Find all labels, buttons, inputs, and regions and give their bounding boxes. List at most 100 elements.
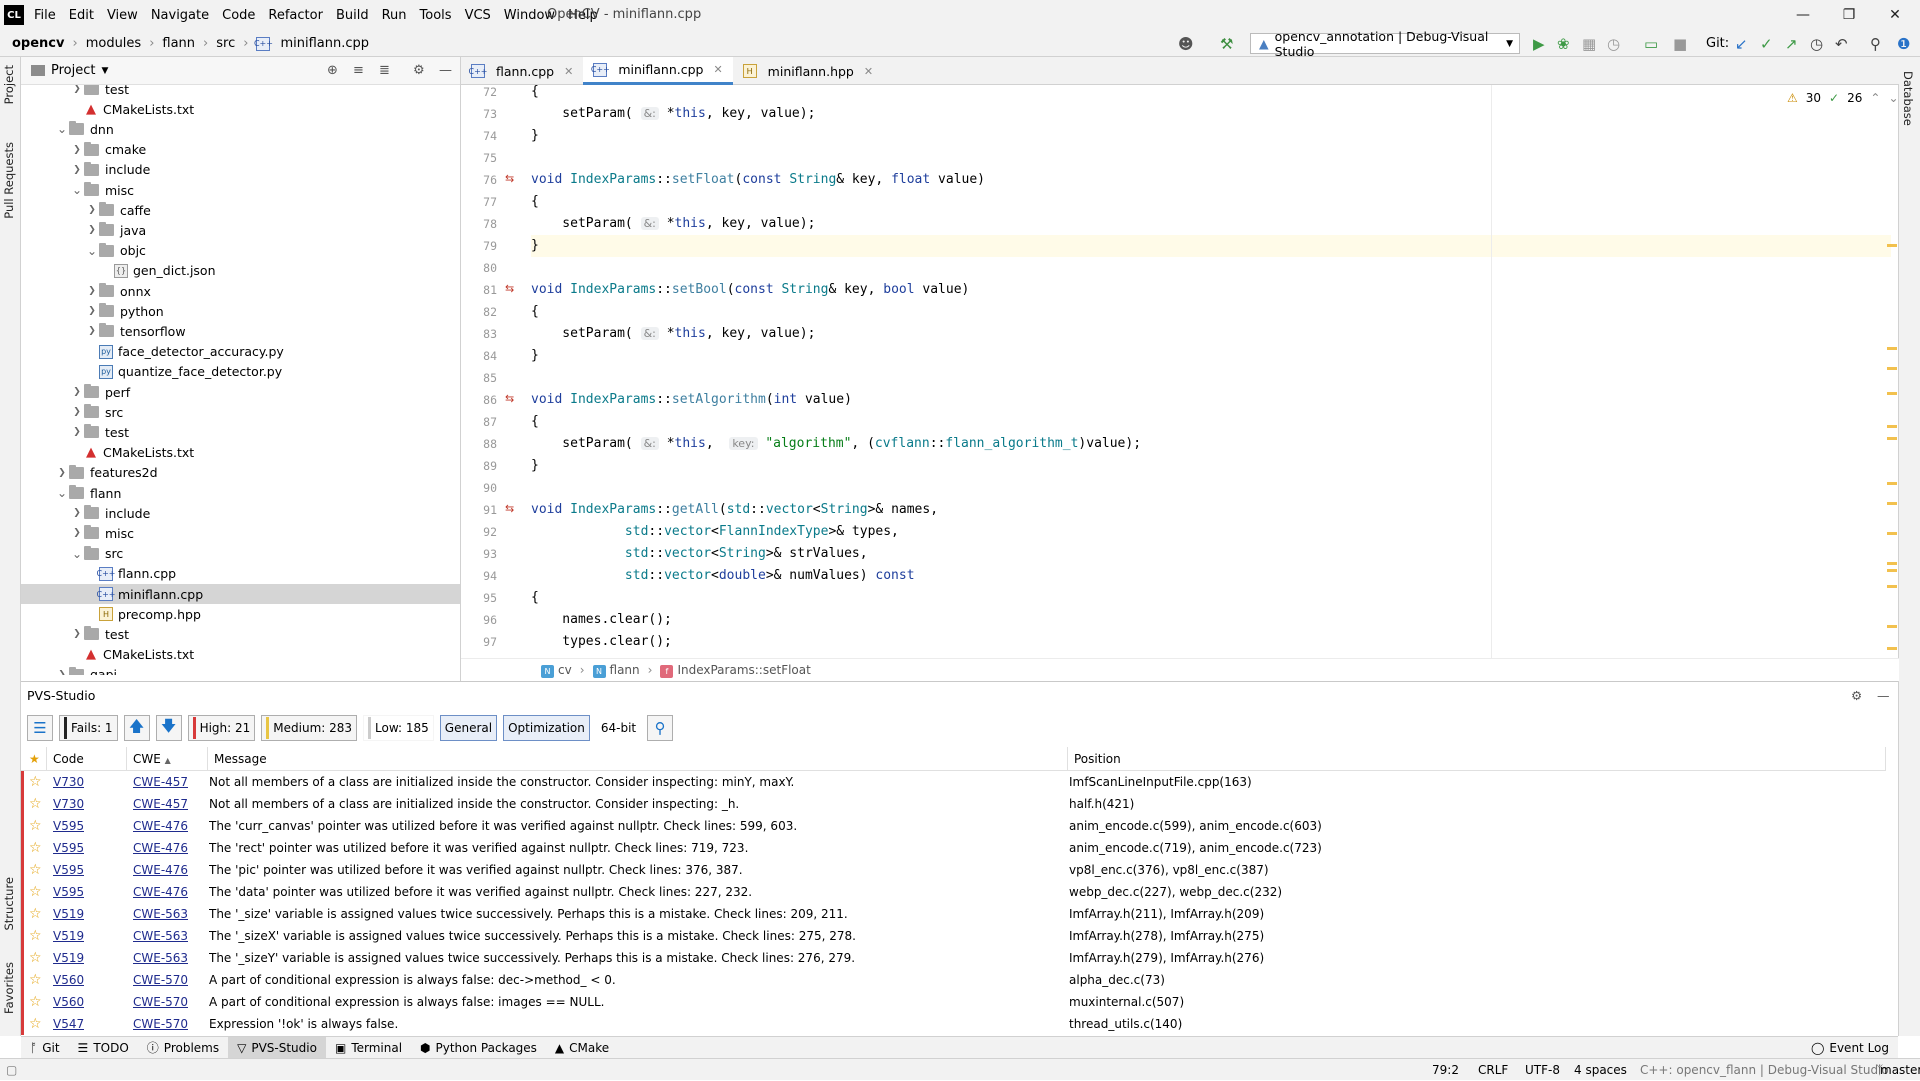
tab-favorites[interactable]: Favorites (2, 962, 16, 1014)
warning-stripe-mark[interactable] (1887, 367, 1897, 370)
favorite-star-icon[interactable]: ☆ (29, 859, 42, 881)
cwe-link[interactable]: CWE-476 (133, 859, 188, 881)
cwe-link[interactable]: CWE-563 (133, 947, 188, 969)
line-separator[interactable]: CRLF (1478, 1059, 1508, 1081)
menu-file[interactable]: File (34, 8, 56, 23)
menu-tools[interactable]: Tools (420, 8, 452, 23)
tool-tab-python-packages[interactable]: ⬢ Python Packages (411, 1037, 546, 1059)
column-message[interactable]: Message (208, 747, 1068, 771)
tree-item[interactable]: ❯ tensorflow (21, 321, 460, 341)
table-row[interactable]: ☆ V547 CWE-570 Expression '!ok' is always f… (21, 1013, 1886, 1035)
run-configuration-select[interactable]: ▲ opencv_annotation | Debug-Visual Studi… (1250, 29, 1520, 59)
diagnostic-position[interactable]: muxinternal.c(507) (1069, 991, 1184, 1013)
favorite-star-icon[interactable]: ☆ (29, 947, 42, 969)
resolve-context[interactable]: C++: opencv_flann | Debug-Visual Studio (1640, 1059, 1889, 1081)
caret-position[interactable]: 79:2 (1432, 1059, 1459, 1081)
previous-arrow-icon[interactable]: 🡅 (123, 715, 150, 741)
rollback-icon[interactable]: ↶ (1835, 30, 1848, 57)
tool-tab-todo[interactable]: ☰ TODO (69, 1037, 138, 1059)
diagnostic-position[interactable]: ImfScanLineInputFile.cpp(163) (1069, 771, 1252, 793)
diagnostic-code-link[interactable]: V730 (53, 771, 84, 793)
override-gutter-icon[interactable]: ⇆ (505, 392, 514, 405)
diagnostic-code-link[interactable]: V519 (53, 947, 84, 969)
favorite-star-icon[interactable]: ☆ (29, 903, 42, 925)
tree-item[interactable]: ❯ perf (21, 382, 460, 402)
optimization-filter-button[interactable]: Optimization (503, 715, 590, 741)
tree-item[interactable]: py face_detector_accuracy.py (21, 342, 460, 362)
diagnostic-position[interactable]: thread_utils.c(140) (1069, 1013, 1182, 1035)
warning-stripe-mark[interactable] (1887, 625, 1897, 628)
history-icon[interactable]: ◷ (1810, 30, 1823, 57)
table-row[interactable]: ☆ V560 CWE-570 A part of conditional expres… (21, 991, 1886, 1013)
favorite-star-icon[interactable]: ☆ (29, 969, 42, 991)
tool-tab-cmake[interactable]: ▲ CMake (546, 1037, 618, 1059)
diagnostic-position[interactable]: half.h(421) (1069, 793, 1134, 815)
breadcrumb-item[interactable]: opencv (12, 36, 65, 51)
cwe-link[interactable]: CWE-476 (133, 815, 188, 837)
warning-stripe-mark[interactable] (1887, 347, 1897, 350)
tree-item[interactable]: ❯ misc (21, 523, 460, 543)
indent-setting[interactable]: 4 spaces (1574, 1059, 1627, 1081)
gear-icon[interactable]: ⚙ (1851, 688, 1862, 703)
chevron-right-icon[interactable]: ❯ (70, 145, 84, 155)
favorite-star-icon[interactable]: ☆ (29, 815, 42, 837)
profile-icon[interactable]: ◷ (1607, 30, 1620, 57)
warning-stripe-mark[interactable] (1887, 425, 1897, 428)
table-row[interactable]: ☆ V519 CWE-563 The '_sizeY' variable is ass… (21, 947, 1886, 969)
breadcrumb-item[interactable]: f IndexParams::setFloat (660, 663, 811, 678)
chevron-down-icon[interactable]: ⌄ (55, 122, 69, 136)
chevron-right-icon[interactable]: ❯ (70, 407, 84, 417)
expand-all-icon[interactable]: ≡ (353, 63, 364, 78)
breadcrumb-item[interactable]: Nflann (592, 663, 640, 678)
favorite-star-icon[interactable]: ☆ (29, 881, 42, 903)
tree-item[interactable]: ❯ include (21, 160, 460, 180)
cwe-link[interactable]: CWE-476 (133, 881, 188, 903)
column-cwe[interactable]: CWE ▲ (127, 747, 208, 771)
chevron-right-icon[interactable]: ❯ (70, 427, 84, 437)
gear-icon[interactable]: ⚙ (413, 63, 425, 78)
chevron-right-icon[interactable]: ❯ (85, 286, 99, 296)
table-row[interactable]: ☆ V595 CWE-476 The 'curr_canvas' pointer wa… (21, 815, 1886, 837)
tree-item[interactable]: ⌄ objc (21, 241, 460, 261)
diagnostic-code-link[interactable]: V730 (53, 793, 84, 815)
favorite-star-icon[interactable]: ☆ (29, 991, 42, 1013)
tree-item[interactable]: {} gen_dict.json (21, 261, 460, 281)
tool-tab-problems[interactable]: ⓘ Problems (138, 1037, 228, 1059)
next-arrow-icon[interactable]: 🡇 (155, 715, 182, 741)
tree-item[interactable]: ❯ test (21, 624, 460, 644)
menu-run[interactable]: Run (382, 8, 407, 23)
project-title[interactable]: Project (51, 63, 95, 78)
git-commit-icon[interactable]: ✓ (1760, 30, 1773, 57)
coverage-icon[interactable]: ▦ (1582, 30, 1596, 57)
menu-code[interactable]: Code (222, 8, 255, 23)
chevron-right-icon[interactable]: ❯ (70, 387, 84, 397)
chevron-right-icon[interactable]: ❯ (70, 528, 84, 538)
tree-item[interactable]: C++ flann.cpp (21, 564, 460, 584)
favorite-star-icon[interactable]: ★ (21, 747, 47, 771)
chevron-right-icon[interactable]: ❯ (85, 205, 99, 215)
tree-item[interactable]: ⌄ src (21, 544, 460, 564)
column-position[interactable]: Position (1068, 747, 1886, 771)
diagnostic-code-link[interactable]: V560 (53, 969, 84, 991)
hide-icon[interactable]: — (439, 63, 452, 78)
git-update-icon[interactable]: ↙ (1735, 30, 1748, 57)
tree-item[interactable]: ❯ java (21, 220, 460, 240)
breadcrumb-item[interactable]: Ncv (541, 663, 572, 678)
run-icon[interactable]: ▶ (1533, 30, 1545, 57)
close-icon[interactable]: ✕ (713, 63, 722, 76)
warning-stripe-mark[interactable] (1887, 532, 1897, 535)
diagnostic-position[interactable]: anim_encode.c(719), anim_encode.c(723) (1069, 837, 1322, 859)
chevron-right-icon[interactable]: ❯ (55, 468, 69, 478)
minimize-icon[interactable]: — (1780, 0, 1826, 30)
update-icon[interactable]: ❶ (1897, 30, 1910, 57)
attach-icon[interactable]: ▭ (1644, 30, 1658, 57)
close-icon[interactable]: ✕ (564, 65, 573, 78)
breadcrumb-item[interactable]: miniflann.cpp (280, 36, 369, 51)
high-filter-button[interactable]: High: 21 (187, 715, 256, 741)
warning-stripe-mark[interactable] (1887, 585, 1897, 588)
tool-tab-git[interactable]: ᚩ Git (21, 1037, 69, 1059)
tree-item[interactable]: ❯ cmake (21, 140, 460, 160)
favorite-star-icon[interactable]: ☆ (29, 837, 42, 859)
stop-icon[interactable]: ■ (1673, 30, 1687, 57)
user-icon[interactable]: ☻ (1178, 30, 1194, 57)
